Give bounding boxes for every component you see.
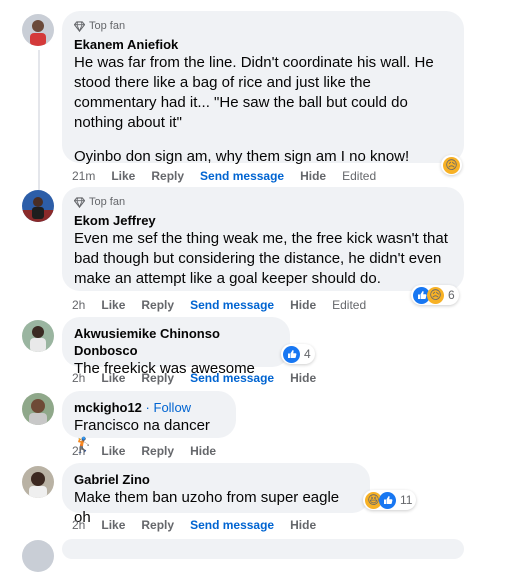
hide-button[interactable]: Hide — [290, 371, 316, 385]
reply-button[interactable]: Reply — [151, 169, 184, 183]
reaction-count: 11 — [400, 493, 413, 507]
edited-label: Edited — [342, 169, 377, 183]
like-button[interactable]: Like — [101, 518, 125, 532]
reaction-summary[interactable]: 😥 6 — [411, 285, 459, 305]
comment-actions: 2h Like Reply Hide — [72, 444, 232, 458]
edited-label: Edited — [332, 298, 367, 312]
reply-button[interactable]: Reply — [141, 371, 174, 385]
comment-bubble: Top fan Ekanem Aniefiok He was far from … — [62, 11, 464, 165]
commenter-name[interactable]: Ekanem Aniefiok — [74, 36, 452, 53]
comment-paragraph: He was far from the line. Didn't coordin… — [74, 54, 434, 131]
comment-actions: 2h Like Reply Send message Hide — [72, 371, 332, 385]
reaction-count: 6 — [448, 288, 455, 302]
sad-reaction-icon: 😥 — [427, 286, 444, 304]
reaction-summary[interactable]: 😆 11 — [363, 490, 417, 510]
avatar[interactable] — [22, 14, 54, 46]
avatar[interactable] — [22, 466, 54, 498]
timestamp[interactable]: 2h — [72, 371, 85, 385]
send-message-button[interactable]: Send message — [190, 298, 274, 312]
send-message-button[interactable]: Send message — [190, 371, 274, 385]
send-message-button[interactable]: Send message — [200, 169, 284, 183]
timestamp[interactable]: 2h — [72, 298, 85, 312]
comment-actions: 21m Like Reply Send message Hide Edited — [72, 169, 392, 183]
follow-link[interactable]: · Follow — [146, 400, 192, 415]
reply-button[interactable]: Reply — [141, 518, 174, 532]
top-fan-label: Top fan — [89, 196, 126, 208]
send-message-button[interactable]: Send message — [190, 518, 274, 532]
comment-bubble: mckigho12 · Follow Francisco na dancer 🏌 — [62, 391, 236, 454]
commenter-name: mckigho12 · Follow — [74, 399, 224, 416]
comment-paragraph: Oyinbo don sign am, why them sign am I n… — [74, 148, 410, 165]
like-button[interactable]: Like — [101, 371, 125, 385]
like-button[interactable]: Like — [101, 298, 125, 312]
avatar[interactable] — [22, 320, 54, 352]
diamond-icon — [74, 196, 85, 208]
comment-bubble: Top fan Ekom Jeffrey Even me sef the thi… — [62, 187, 464, 291]
reaction-count: 4 — [304, 347, 311, 361]
reply-button[interactable]: Reply — [141, 298, 174, 312]
hide-button[interactable]: Hide — [290, 518, 316, 532]
reply-button[interactable]: Reply — [141, 444, 174, 458]
avatar[interactable] — [22, 540, 54, 572]
comment-actions: 2h Like Reply Send message Hide Edited — [72, 298, 382, 312]
commenter-name[interactable]: Akwusiemike Chinonso Donbosco — [74, 325, 278, 359]
like-button[interactable]: Like — [101, 444, 125, 458]
top-fan-badge: Top fan — [74, 195, 452, 209]
comment-bubble: Akwusiemike Chinonso Donbosco The freeki… — [62, 317, 290, 377]
comment-bubble — [62, 539, 464, 559]
comment-actions: 2h Like Reply Send message Hide — [72, 518, 332, 532]
reaction-summary[interactable]: 😥 — [441, 155, 462, 175]
commenter-username[interactable]: mckigho12 — [74, 400, 142, 415]
timestamp[interactable]: 21m — [72, 169, 95, 183]
like-reaction-icon — [283, 345, 300, 363]
commenter-name[interactable]: Ekom Jeffrey — [74, 212, 452, 229]
comment-text: Even me sef the thing weak me, the free … — [74, 229, 452, 289]
reaction-summary[interactable]: 4 — [281, 344, 315, 364]
sad-reaction-icon: 😥 — [443, 156, 460, 174]
comment-bubble: Gabriel Zino Make them ban uzoho from su… — [62, 463, 370, 526]
top-fan-label: Top fan — [89, 20, 126, 32]
timestamp[interactable]: 2h — [72, 518, 85, 532]
like-button[interactable]: Like — [111, 169, 135, 183]
hide-button[interactable]: Hide — [290, 298, 316, 312]
avatar[interactable] — [22, 190, 54, 222]
like-reaction-icon — [379, 491, 396, 509]
diamond-icon — [74, 20, 85, 32]
comment-paragraph: Even me sef the thing weak me, the free … — [74, 230, 448, 287]
hide-button[interactable]: Hide — [300, 169, 326, 183]
top-fan-badge: Top fan — [74, 19, 452, 33]
commenter-name[interactable]: Gabriel Zino — [74, 471, 358, 488]
avatar[interactable] — [22, 393, 54, 425]
hide-button[interactable]: Hide — [190, 444, 216, 458]
follow-label: Follow — [153, 400, 192, 415]
timestamp[interactable]: 2h — [72, 444, 85, 458]
comment-text: He was far from the line. Didn't coordin… — [74, 53, 452, 167]
